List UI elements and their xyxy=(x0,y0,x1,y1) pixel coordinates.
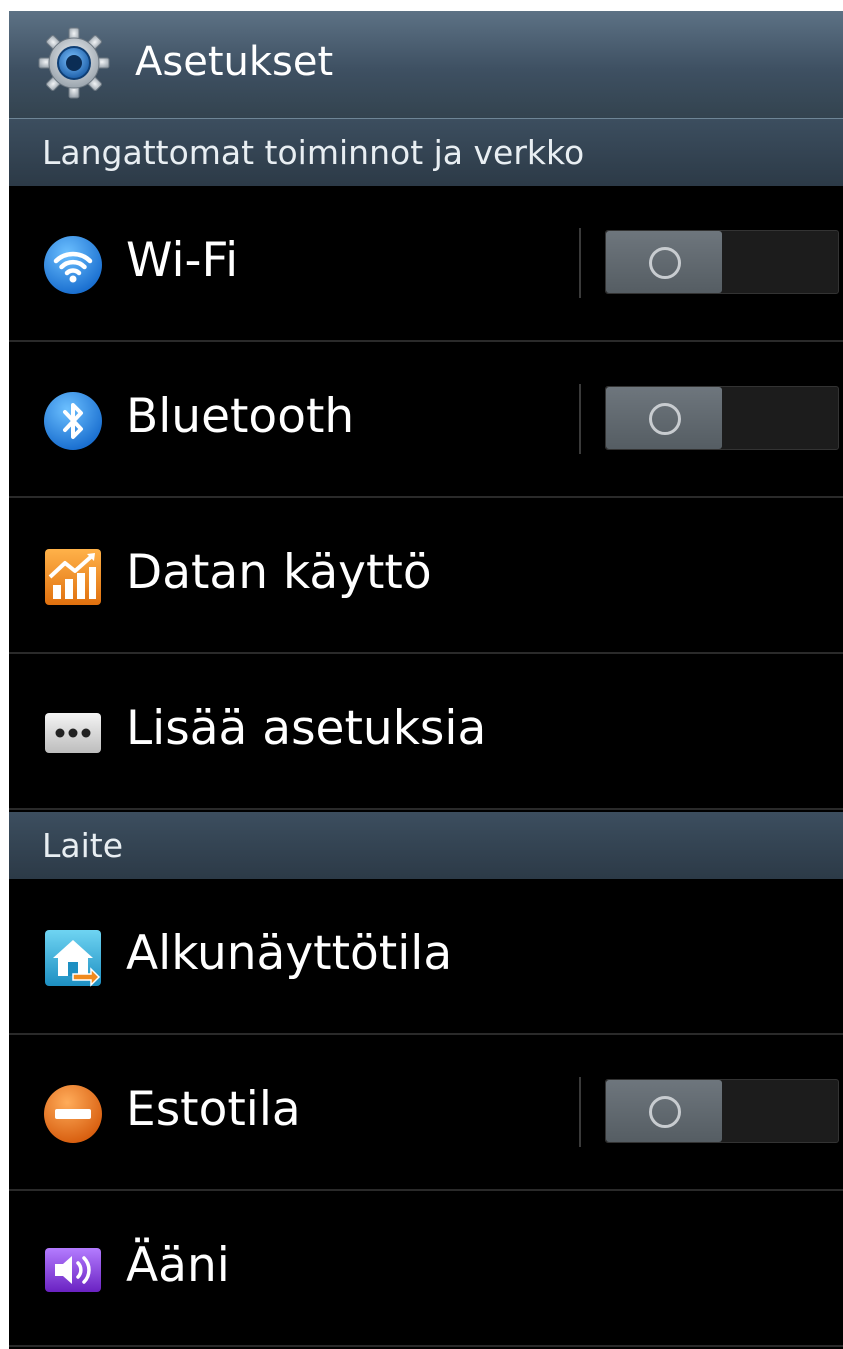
toggle-off-icon xyxy=(649,403,681,435)
section-header-device: Laite xyxy=(9,812,843,879)
settings-item-home-screen-mode[interactable]: Alkunäyttötila xyxy=(9,879,843,1035)
settings-item-label: Lisää asetuksia xyxy=(126,701,487,756)
divider xyxy=(579,228,581,298)
settings-item-label: Wi-Fi xyxy=(126,233,239,288)
settings-screen: Asetukset Langattomat toiminnot ja verkk… xyxy=(9,11,843,1349)
more-dots-icon xyxy=(45,713,101,753)
settings-gear-icon[interactable] xyxy=(37,26,111,100)
bluetooth-toggle[interactable] xyxy=(605,386,839,450)
bluetooth-icon xyxy=(44,392,102,450)
blocking-mode-icon xyxy=(44,1085,102,1143)
settings-item-bluetooth[interactable]: Bluetooth xyxy=(9,342,843,498)
settings-item-wifi[interactable]: Wi-Fi xyxy=(9,186,843,342)
section-header-wireless: Langattomat toiminnot ja verkko xyxy=(9,119,843,186)
divider xyxy=(579,384,581,454)
settings-item-more-settings[interactable]: Lisää asetuksia xyxy=(9,654,843,810)
sound-speaker-icon xyxy=(45,1248,101,1292)
settings-item-label: Datan käyttö xyxy=(126,545,432,600)
blocking-mode-toggle[interactable] xyxy=(605,1079,839,1143)
action-bar: Asetukset xyxy=(9,11,843,119)
settings-item-sound[interactable]: Ääni xyxy=(9,1191,843,1347)
settings-item-blocking-mode[interactable]: Estotila xyxy=(9,1035,843,1191)
wifi-icon xyxy=(44,236,102,294)
toggle-thumb[interactable] xyxy=(606,231,722,293)
section-header-label: Laite xyxy=(42,826,124,865)
app-title: Asetukset xyxy=(135,39,334,85)
settings-item-label: Alkunäyttötila xyxy=(126,926,453,981)
data-usage-chart-icon xyxy=(45,549,101,605)
toggle-off-icon xyxy=(649,247,681,279)
toggle-off-icon xyxy=(649,1096,681,1128)
settings-item-label: Estotila xyxy=(126,1082,301,1137)
home-screen-icon xyxy=(45,930,101,987)
settings-item-label: Bluetooth xyxy=(126,389,355,444)
divider xyxy=(579,1077,581,1147)
wifi-toggle[interactable] xyxy=(605,230,839,294)
settings-item-data-usage[interactable]: Datan käyttö xyxy=(9,498,843,654)
toggle-thumb[interactable] xyxy=(606,387,722,449)
settings-item-label: Ääni xyxy=(126,1238,230,1293)
section-header-label: Langattomat toiminnot ja verkko xyxy=(42,133,585,172)
toggle-thumb[interactable] xyxy=(606,1080,722,1142)
